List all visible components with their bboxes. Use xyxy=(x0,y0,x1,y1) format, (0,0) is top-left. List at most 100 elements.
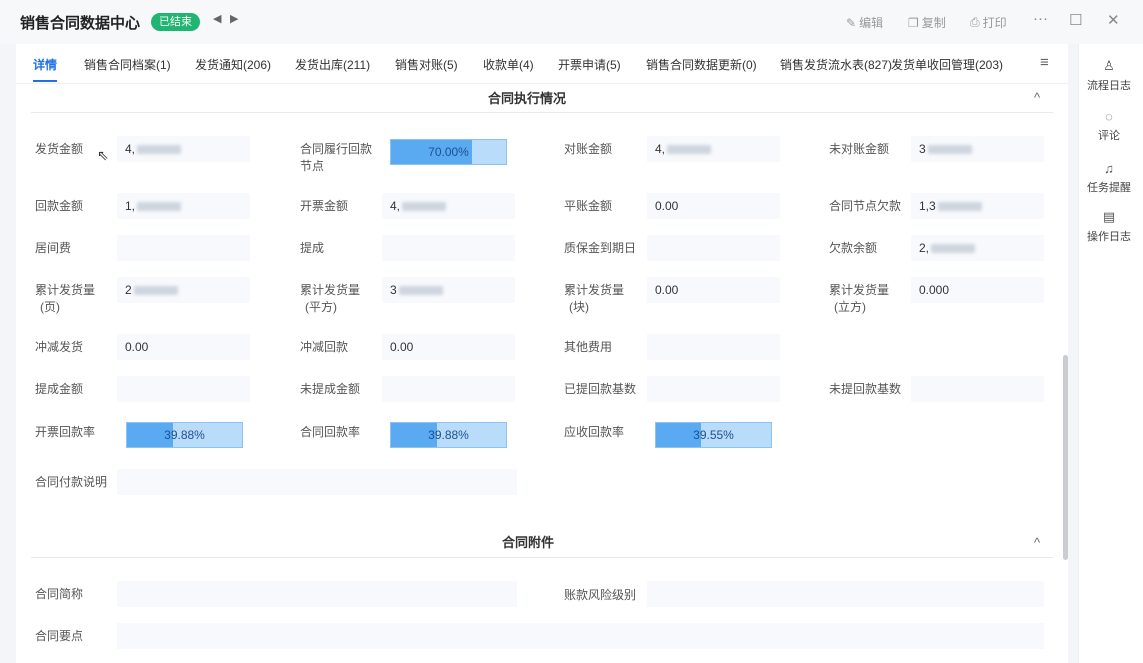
field-label: 未对账金额 xyxy=(829,142,890,156)
log-icon: ▤ xyxy=(1102,209,1116,224)
operation-log-button[interactable]: ▤ 操作日志 xyxy=(1079,209,1139,244)
cum-cubic-value: 0.000 xyxy=(911,277,1044,303)
status-badge: 已结束 xyxy=(151,13,200,31)
field-label: 累计发货量 xyxy=(35,283,96,297)
flow-log-button[interactable]: ♙ 流程日志 xyxy=(1079,58,1139,93)
task-reminder-button[interactable]: ♫ 任务提醒 xyxy=(1079,161,1139,195)
offset-return-value: 0.00 xyxy=(382,334,515,360)
return-amount-value: 1, xyxy=(117,193,250,219)
prev-record-icon[interactable]: ◀ xyxy=(213,12,221,25)
edit-button[interactable]: ✎ 编辑 xyxy=(846,14,883,31)
field-label: 提成金额 xyxy=(35,382,84,396)
section-attachments-title: 合同附件 xyxy=(502,535,555,550)
invoice-rate-progress: 39.88% xyxy=(126,422,243,448)
tab-ship-flow[interactable]: 销售发货流水表(827) xyxy=(780,56,892,73)
page-title: 销售合同数据中心 xyxy=(20,15,141,32)
mouse-cursor-icon: ⇖ xyxy=(97,147,109,163)
field-label: (块) xyxy=(569,300,589,314)
collapse-execution-icon[interactable]: ^ xyxy=(1034,90,1040,105)
field-label: 对账金额 xyxy=(564,142,613,156)
progress-text: 39.88% xyxy=(428,428,469,442)
printer-icon: ⎙ xyxy=(970,15,980,29)
cum-sqm-value: 3 xyxy=(382,277,515,303)
field-label: 提成 xyxy=(300,241,325,255)
field-label: 合同回款率 xyxy=(300,425,361,439)
menu-icon[interactable]: ≡ xyxy=(1040,54,1049,71)
copy-button[interactable]: ❐ 复制 xyxy=(908,14,946,31)
person-tree-icon: ♙ xyxy=(1103,58,1115,73)
edit-label: 编辑 xyxy=(859,16,884,30)
field-label: 冲减发货 xyxy=(35,340,84,354)
tab-receipts[interactable]: 收款单(4) xyxy=(483,56,534,73)
tab-invoice-request[interactable]: 开票申请(5) xyxy=(558,56,621,73)
offset-ship-value: 0.00 xyxy=(117,334,250,360)
next-record-icon[interactable]: ▶ xyxy=(230,12,238,25)
tab-ship-out[interactable]: 发货出库(211) xyxy=(295,56,370,73)
tab-contract-archive[interactable]: 销售合同档案(1) xyxy=(84,56,171,73)
section-divider xyxy=(31,557,1053,558)
flow-log-label: 流程日志 xyxy=(1087,80,1131,92)
section-execution-title: 合同执行情况 xyxy=(488,91,567,106)
title-bar: 销售合同数据中心 已结束 ◀ ▶ ✎ 编辑 ❐ 复制 ⎙ 打印 ··· ☐ ✕ xyxy=(0,0,1143,44)
field-label: 居间费 xyxy=(35,241,72,255)
receivable-rate-progress: 39.55% xyxy=(655,422,772,448)
unpaid-base-value xyxy=(911,376,1044,402)
unrecon-amount-value: 3 xyxy=(911,136,1044,162)
more-icon[interactable]: ··· xyxy=(1033,10,1048,27)
field-label: 累计发货量 xyxy=(300,283,361,297)
field-label: 冲减回款 xyxy=(300,340,349,354)
pencil-icon: ✎ xyxy=(846,15,857,30)
contract-rate-progress: 39.88% xyxy=(390,422,507,448)
close-icon[interactable]: ✕ xyxy=(1107,11,1120,29)
field-label: 合同付款说明 xyxy=(35,475,108,489)
field-label: (立方) xyxy=(834,300,866,314)
active-tab-indicator xyxy=(33,80,57,82)
operation-log-label: 操作日志 xyxy=(1087,231,1131,243)
other-fee-value xyxy=(647,334,780,360)
tab-reconciliation[interactable]: 销售对账(5) xyxy=(395,56,458,73)
vertical-scrollbar[interactable] xyxy=(1063,355,1068,560)
field-label: 账款风险级别 xyxy=(564,588,637,602)
perf-node-progress: 70.00% xyxy=(390,139,507,165)
field-label: 回款金额 xyxy=(35,199,84,213)
field-label: 累计发货量 xyxy=(829,283,890,297)
field-label: 质保金到期日 xyxy=(564,241,637,255)
commission-value xyxy=(382,235,515,261)
field-label: 合同要点 xyxy=(35,629,84,643)
print-button[interactable]: ⎙ 打印 xyxy=(970,14,1007,31)
print-label: 打印 xyxy=(982,16,1007,30)
comment-icon: ◌ xyxy=(1105,109,1113,124)
risk-level-value xyxy=(647,581,1044,607)
field-label: 累计发货量 xyxy=(564,283,625,297)
progress-text: 39.55% xyxy=(693,428,734,442)
field-label: 未提回款基数 xyxy=(829,382,902,396)
field-label: 开票回款率 xyxy=(35,425,96,439)
maximize-icon[interactable]: ☐ xyxy=(1069,11,1082,29)
cum-pages-value: 2 xyxy=(117,277,250,303)
field-label: 节点 xyxy=(300,159,325,173)
uncommission-amount-value xyxy=(382,376,515,402)
collapse-attachments-icon[interactable]: ^ xyxy=(1034,535,1040,550)
key-points-value xyxy=(117,623,1044,649)
recon-amount-value: 4, xyxy=(647,136,780,162)
tab-details[interactable]: 详情 xyxy=(33,56,57,73)
section-divider xyxy=(31,112,1053,113)
tab-ship-recall[interactable]: 发货单收回管理(203) xyxy=(891,56,1003,73)
tab-ship-notice[interactable]: 发货通知(206) xyxy=(195,56,271,73)
field-label: 已提回款基数 xyxy=(564,382,637,396)
field-label: 欠款余额 xyxy=(829,241,878,255)
field-label: 开票金额 xyxy=(300,199,349,213)
tab-data-update[interactable]: 销售合同数据更新(0) xyxy=(646,56,757,73)
comment-button[interactable]: ◌ 评论 xyxy=(1079,109,1139,143)
task-reminder-label: 任务提醒 xyxy=(1087,182,1131,194)
progress-text: 39.88% xyxy=(164,428,205,442)
short-name-value xyxy=(117,581,517,607)
paid-base-value xyxy=(647,376,780,402)
field-label: 合同节点欠款 xyxy=(829,199,902,213)
comment-label: 评论 xyxy=(1098,130,1120,142)
commission-amount-value xyxy=(117,376,250,402)
field-label: 未提成金额 xyxy=(300,382,361,396)
invoice-amount-value: 4, xyxy=(382,193,515,219)
payment-note-value xyxy=(117,469,517,495)
field-label: (页) xyxy=(40,300,60,314)
